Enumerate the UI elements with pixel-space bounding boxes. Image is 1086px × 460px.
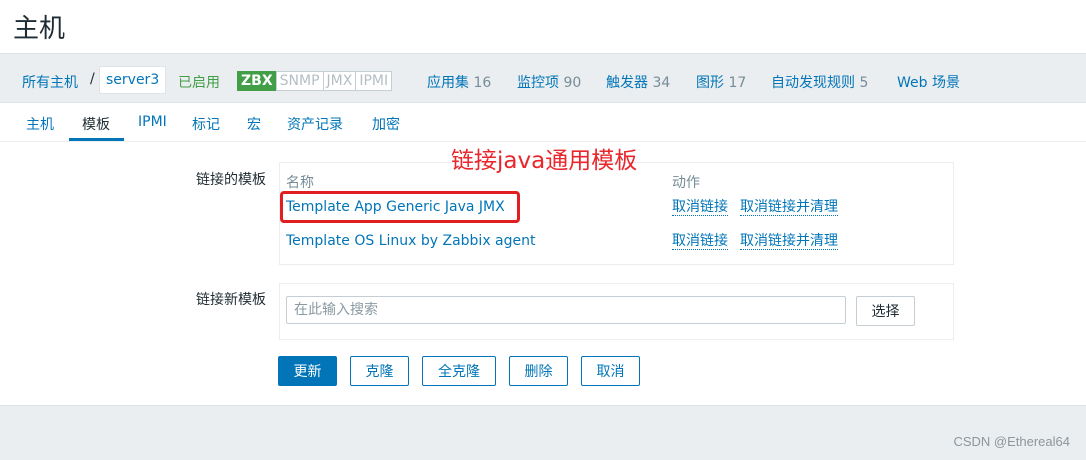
host-link-label: 应用集 [427,75,469,91]
template-link[interactable]: Template OS Linux by Zabbix agent [286,233,536,249]
host-link-graphs[interactable]: 图形 17 [696,72,746,92]
tab-host[interactable]: 主机 [26,114,54,134]
zbx-badge: ZBX [237,71,277,91]
host-link-label: 触发器 [606,75,648,91]
template-search-input[interactable] [286,296,846,324]
host-link-count: 5 [859,75,869,91]
column-header-action: 动作 [672,175,700,191]
cancel-button[interactable]: 取消 [581,356,640,386]
tab-encryption[interactable]: 加密 [372,114,400,134]
host-link-label: 图形 [696,75,724,91]
annotation-highlight-box [280,191,520,223]
host-link-count: 90 [563,75,582,91]
unlink-button[interactable]: 取消链接 [672,233,728,250]
host-link-count: 34 [652,75,671,91]
active-tab-indicator [69,138,124,141]
host-form-panel: 主机 模板 IPMI 标记 宏 资产记录 加密 链接的模板 名称 动作 Temp… [0,103,1086,406]
snmp-badge: SNMP [275,71,324,91]
breadcrumb-separator: / [90,71,95,87]
host-link-label: Web 场景 [897,75,960,91]
tab-ipmi[interactable]: IPMI [138,114,167,130]
breadcrumb-all-hosts[interactable]: 所有主机 [22,72,78,92]
availability-badges: ZBX SNMP JMX IPMI [237,71,393,91]
full-clone-button[interactable]: 全克隆 [422,356,496,386]
tab-macros[interactable]: 宏 [247,114,261,134]
delete-button[interactable]: 删除 [509,356,568,386]
host-navigation: 所有主机 / server3 已启用 ZBX SNMP JMX IPMI 应用集… [0,54,1086,103]
page-header: 主机 [0,0,1086,54]
host-link-triggers[interactable]: 触发器 34 [606,72,670,92]
tab-templates[interactable]: 模板 [82,114,110,134]
link-new-templates-box: 选择 [279,283,954,340]
ipmi-badge: IPMI [355,71,393,91]
host-link-web-scenarios[interactable]: Web 场景 [897,72,960,92]
tab-inventory[interactable]: 资产记录 [287,114,343,134]
host-status-enabled[interactable]: 已启用 [178,72,220,92]
update-button[interactable]: 更新 [278,356,337,386]
annotation-text: 链接java通用模板 [451,148,638,174]
host-link-label: 自动发现规则 [771,75,855,91]
linked-templates-label: 链接的模板 [196,172,266,188]
host-link-applications[interactable]: 应用集 16 [427,72,491,92]
watermark: CSDN @Ethereal64 [953,434,1070,449]
host-link-items[interactable]: 监控项 90 [517,72,581,92]
host-link-label: 监控项 [517,75,559,91]
host-link-discovery[interactable]: 自动发现规则 5 [771,72,868,92]
tab-tags[interactable]: 标记 [192,114,220,134]
form-tabs: 主机 模板 IPMI 标记 宏 资产记录 加密 [0,103,1086,142]
breadcrumb-current-host[interactable]: server3 [99,66,167,94]
page-title: 主机 [13,14,66,44]
select-button[interactable]: 选择 [856,296,915,326]
jmx-badge: JMX [322,71,357,91]
link-new-templates-label: 链接新模板 [196,292,266,308]
clone-button[interactable]: 克隆 [350,356,409,386]
host-link-count: 17 [728,75,747,91]
column-header-name: 名称 [286,175,314,191]
unlink-and-clear-button[interactable]: 取消链接并清理 [740,199,838,216]
unlink-and-clear-button[interactable]: 取消链接并清理 [740,233,838,250]
host-link-count: 16 [473,75,492,91]
unlink-button[interactable]: 取消链接 [672,199,728,216]
